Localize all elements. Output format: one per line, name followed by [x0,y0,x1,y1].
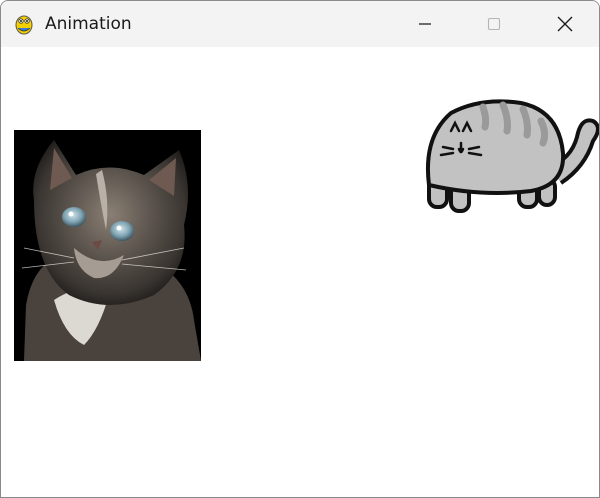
maximize-button[interactable] [471,1,517,47]
cartoon-cat [425,99,599,213]
close-icon [557,16,573,32]
window-title: Animation [45,14,132,34]
title-bar[interactable]: Animation [1,1,599,47]
minimize-icon [419,23,431,25]
maximize-icon [487,17,501,31]
game-canvas[interactable] [1,47,599,497]
minimize-button[interactable] [402,1,448,47]
pygame-snake-icon [15,15,33,35]
close-button[interactable] [542,1,588,47]
app-window: Animation [0,0,600,498]
kitten-photo [14,130,201,361]
